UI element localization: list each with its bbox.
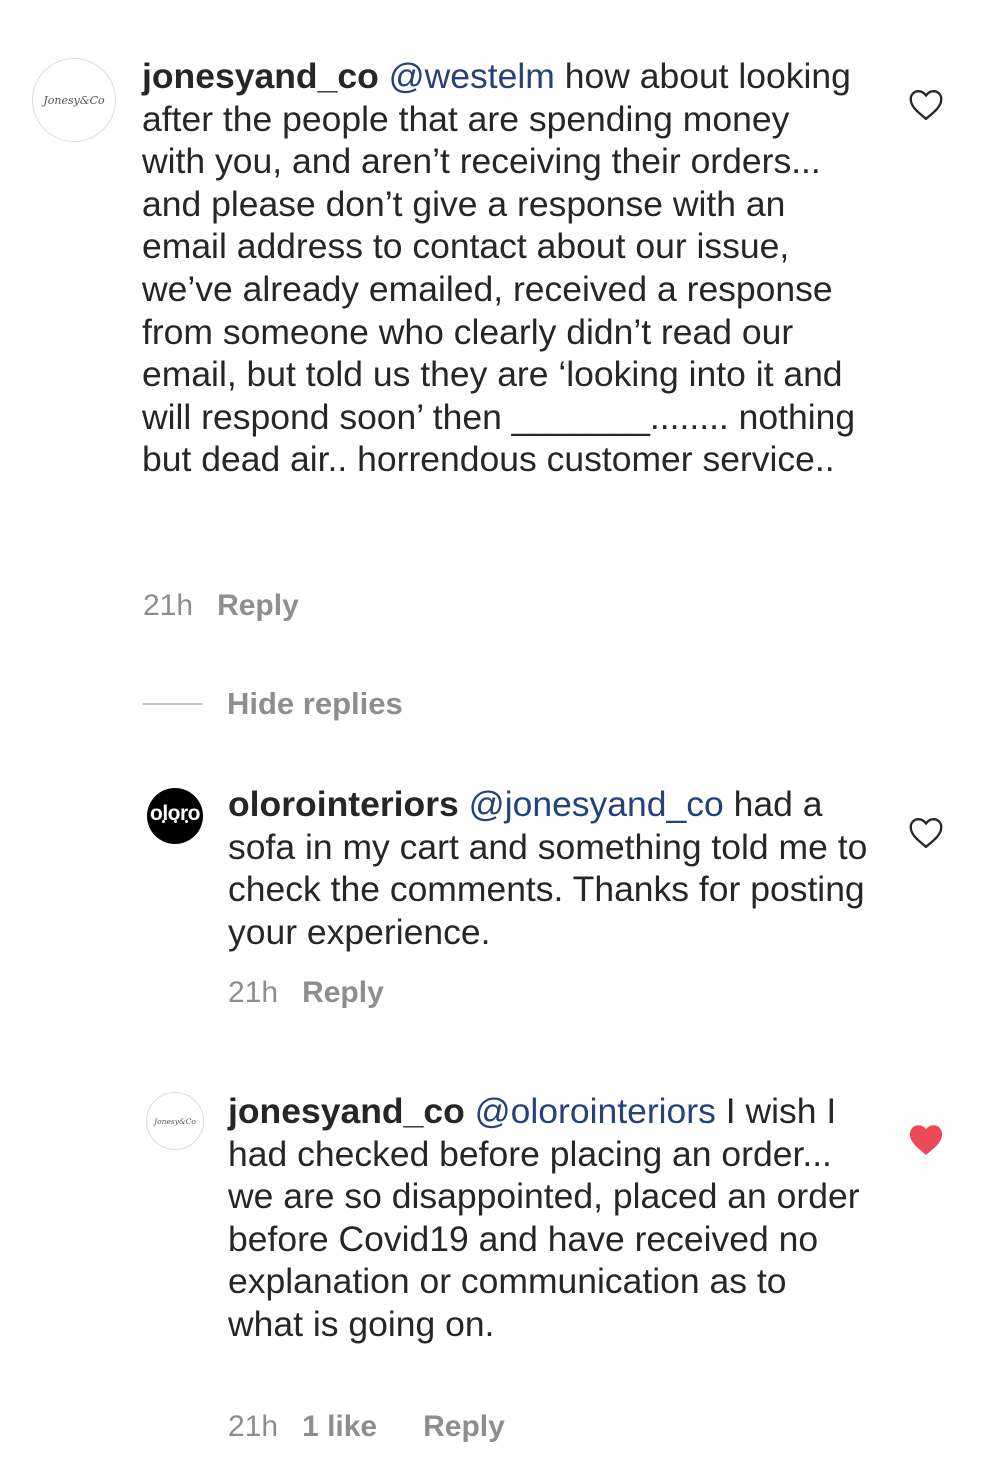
comment-timestamp: 21h [143, 589, 194, 622]
comment-body: olorointeriors @jonesyand_co had a sofa … [228, 783, 868, 953]
avatar-logo-text: Jonesy&Co [154, 1116, 196, 1126]
comment-username[interactable]: jonesyand_co [228, 1091, 465, 1131]
avatar[interactable]: Jonesy&Co [146, 1092, 204, 1150]
comment-body: jonesyand_co @olorointeriors I wish I ha… [228, 1090, 868, 1346]
comment-username[interactable]: jonesyand_co [142, 56, 379, 96]
hide-replies-toggle[interactable]: Hide replies [143, 686, 403, 722]
avatar-logo-dots [162, 820, 188, 824]
reply-button[interactable]: Reply [423, 1410, 505, 1444]
avatar-logo-text: Jonesy&Co [43, 93, 105, 107]
comment-timestamp: 21h [228, 976, 279, 1009]
like-count[interactable]: 1 like [302, 1410, 377, 1444]
comment-mention[interactable]: @olorointeriors [475, 1091, 716, 1131]
hide-replies-label[interactable]: Hide replies [227, 686, 403, 722]
avatar[interactable]: Jonesy&Co [32, 58, 116, 142]
heart-filled-icon[interactable] [908, 1124, 944, 1156]
reply-button[interactable]: Reply [217, 589, 299, 623]
comment-body: jonesyand_co @westelm how about looking … [142, 55, 862, 481]
comment-meta: 21h 1 like Reply [228, 1410, 505, 1444]
heart-outline-icon[interactable] [908, 89, 944, 121]
comment-text: how about looking after the people that … [142, 56, 865, 480]
divider [143, 703, 203, 705]
comment-username[interactable]: olorointeriors [228, 784, 459, 824]
comment-mention[interactable]: @westelm [389, 56, 555, 96]
comment-timestamp: 21h [228, 1410, 279, 1443]
comment-meta: 21h Reply [143, 589, 299, 623]
reply-button[interactable]: Reply [302, 976, 384, 1010]
comment-mention[interactable]: @jonesyand_co [469, 784, 724, 824]
comment-meta: 21h Reply [228, 976, 384, 1010]
avatar[interactable]: oloro [147, 788, 203, 844]
heart-outline-icon[interactable] [908, 817, 944, 849]
